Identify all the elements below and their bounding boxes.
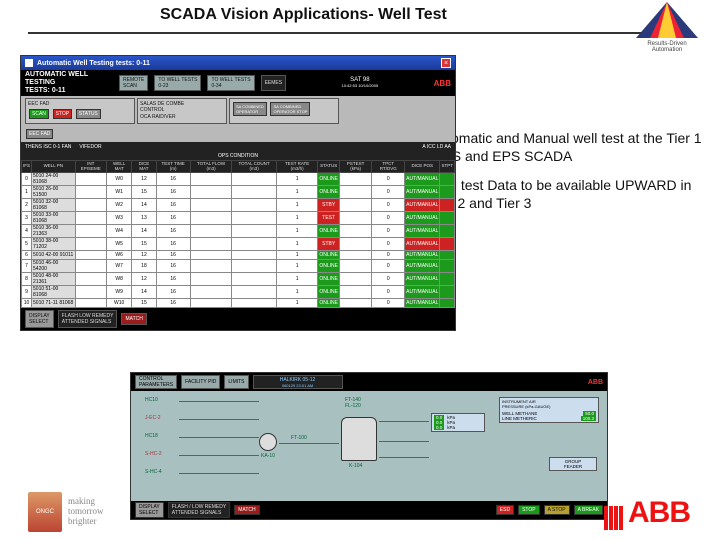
facility-pid-button[interactable]: FACILITY PID	[181, 375, 220, 389]
table-row[interactable]: 15010 26-00 51500W115161ONLINE0AUT/MANUA…	[22, 186, 455, 199]
abb-mini-logo: ABB	[434, 79, 451, 88]
flash-remedy-button[interactable]: FLASH LOW REMEDY ATTENDED SIGNALS	[58, 310, 118, 328]
unit-top-label: FT-140 FL-120	[345, 397, 361, 409]
halkirk-panel: HALKIRK 05-12060129 23:01 AM	[253, 375, 343, 389]
match-button[interactable]: MATCH	[234, 505, 259, 515]
operator-panel: SA COMBINED OPERATOR SA COMBINED OPERATO…	[229, 98, 339, 124]
table-row[interactable]: 65010 42-00 91011W612161ONLINE0AUT/MANUA…	[22, 251, 455, 260]
stop-button[interactable]: STOP	[518, 505, 540, 515]
scan-button[interactable]: SCAN	[29, 109, 49, 119]
ft100-label: FT-100	[291, 435, 307, 441]
table-row[interactable]: 25010 32-00 81068W214161STBY0AUT/MANUAL	[22, 199, 455, 212]
display-select-button[interactable]: DISPLAY SELECT	[135, 502, 164, 518]
window-titlebar[interactable]: Automatic Well Testing tests: 0-11 ×	[21, 56, 455, 70]
combe-panel: SALAS DE COMBE CONTROL OCA RAID/VER	[137, 98, 227, 124]
table-row[interactable]: 105010 71-11 81068W1015161ONLINE0AUT/MAN…	[22, 299, 455, 308]
table-row[interactable]: 35010 33-00 81068W313161TEST0AUT/MANUAL	[22, 212, 455, 225]
col-header: TOTAL COUNT (m3)	[232, 161, 277, 173]
op-button[interactable]: SA COMBINED OPERATOR	[233, 102, 267, 116]
col-header: DICE POS	[405, 161, 440, 173]
col-header: DICE MAT	[132, 161, 156, 173]
jec2-tag: J-EC-2	[145, 415, 161, 421]
readout-panel-2: INSTRUMENT AIR PRESSURE (kPa-GAUGE) WELL…	[499, 397, 599, 423]
pump-icon[interactable]	[259, 433, 277, 451]
bullet-text: Well test Data to be available UPWARD in…	[430, 177, 704, 212]
status-button[interactable]: STATUS	[76, 109, 101, 119]
col-header: WELL MAT	[106, 161, 131, 173]
eemes-button[interactable]: EEMES	[261, 75, 287, 91]
ongc-tagline: making tomorrow brighter	[68, 497, 104, 527]
col-header: IFS	[22, 161, 32, 173]
eec-fad-button[interactable]: EEC FAD	[26, 129, 53, 139]
stop-button[interactable]: STOP	[53, 109, 73, 119]
readout-panel-1: 0.0kPa 0.0kPa 0.0kPa	[431, 413, 485, 432]
separator-tank[interactable]	[341, 417, 377, 461]
table-row[interactable]: 95010 51-00 81068W914161ONLINE0AUT/MANUA…	[22, 286, 455, 299]
slide-title: SCADA Vision Applications- Well Test	[160, 6, 447, 24]
ops-bar: THENS ISC 0-1 FAN VIFEDOR A ICC LD AA	[21, 142, 455, 152]
well-tests-023-button[interactable]: TO WELL TESTS 0-23	[154, 75, 201, 91]
col-header: STPT	[440, 161, 455, 173]
astop-button[interactable]: A STOP	[544, 505, 570, 515]
triangle-logo: Results-Driven Automation	[632, 0, 702, 48]
match-button[interactable]: MATCH	[121, 313, 146, 325]
col-header: PSTEST (kPa)	[339, 161, 371, 173]
table-row[interactable]: 05010 24-00 81068W012161ONLINE0AUT/MANUA…	[22, 173, 455, 186]
scan-panel: EEC FAD SCAN STOP STATUS	[25, 98, 135, 124]
col-header: TEST RATE (m3/h)	[276, 161, 318, 173]
triangle-caption: Results-Driven Automation	[632, 41, 702, 53]
bullet-list: Automatic and Manual well test at the Ti…	[414, 130, 704, 224]
header-title: AUTOMATIC WELL TESTING TESTS: 0-11	[25, 71, 113, 94]
ongc-logo-block: ONGC making tomorrow brighter	[28, 492, 104, 532]
col-header: WELL PN	[32, 161, 76, 173]
display-select-button[interactable]: DISPLAY SELECT	[25, 310, 54, 328]
sat-label: SAT 9810:42:53 10/10/2005	[292, 77, 428, 89]
abreak-button[interactable]: A BREAK	[574, 505, 603, 515]
abb-logo: ABB	[604, 496, 690, 530]
ongc-logo: ONGC	[28, 492, 62, 532]
col-header: INT EPISEME	[75, 161, 106, 173]
col-header: TPCT RT/DVG	[372, 161, 405, 173]
flash-remedy-button[interactable]: FLASH / LOW REMEDY ATTENDED SIGNALS	[168, 502, 230, 518]
table-row[interactable]: 45010 36-00 21363W414161ONLINE0AUT/MANUA…	[22, 225, 455, 238]
window-title: Automatic Well Testing tests: 0-11	[37, 60, 437, 67]
pfd-window: CONTROL PARAMETERS FACILITY PID LIMITS H…	[130, 372, 608, 520]
hc18-tag: HC18	[145, 433, 158, 439]
abb-mini-logo: ABB	[588, 379, 603, 386]
hc10-tag: HC10	[145, 397, 158, 403]
table-row[interactable]: 75010 46-00 54200W718161ONLINE0AUT/MANUA…	[22, 260, 455, 273]
divider	[28, 32, 692, 34]
esd-button[interactable]: ESD	[496, 505, 514, 515]
shc4-tag: S-HC-4	[145, 469, 162, 475]
header-bar: AUTOMATIC WELL TESTING TESTS: 0-11 REMOT…	[21, 70, 455, 96]
remote-scan-button[interactable]: REMOTE SCAN	[119, 75, 148, 91]
group-feader-button[interactable]: GROUP FEADER	[549, 457, 597, 471]
pfd-top-bar: CONTROL PARAMETERS FACILITY PID LIMITS H…	[131, 373, 607, 391]
limits-button[interactable]: LIMITS	[224, 375, 248, 389]
pfd-bottom-bar: DISPLAY SELECT FLASH / LOW REMEDY ATTEND…	[131, 501, 607, 519]
process-diagram: HC10 J-EC-2 HC18 S-HC-2 S-HC-4 KA-10 FT-…	[131, 391, 607, 501]
footer-bar: DISPLAY SELECT FLASH LOW REMEDY ATTENDED…	[21, 308, 455, 330]
tank-label: K-104	[349, 463, 362, 469]
well-test-table: IFSWELL PNINT EPISEMEWELL MATDICE MATTES…	[21, 160, 455, 308]
well-test-window: Automatic Well Testing tests: 0-11 × AUT…	[20, 55, 456, 331]
well-tests-034-button[interactable]: TO WELL TESTS 0-34	[207, 75, 254, 91]
bullet-text: Automatic and Manual well test at the Ti…	[430, 130, 704, 165]
table-row[interactable]: 55010 38-00 71202W515161STBY0AUT/MANUAL	[22, 238, 455, 251]
close-icon[interactable]: ×	[441, 58, 451, 68]
control-params-button[interactable]: CONTROL PARAMETERS	[135, 375, 177, 389]
col-header: TOTAL FLOW (m3)	[190, 161, 232, 173]
col-header: STATUS	[318, 161, 340, 173]
ops-section: OPS CONDITION	[21, 152, 455, 160]
op-stop-button[interactable]: SA COMBINED OPERATOR STOP	[270, 102, 310, 116]
pump-label: KA-10	[261, 453, 275, 459]
app-icon	[25, 59, 33, 67]
shc2-tag: S-HC-2	[145, 451, 162, 457]
table-row[interactable]: 85010 48-00 21361W812161ONLINE0AUT/MANUA…	[22, 273, 455, 286]
col-header: TEST TIME (m)	[156, 161, 190, 173]
